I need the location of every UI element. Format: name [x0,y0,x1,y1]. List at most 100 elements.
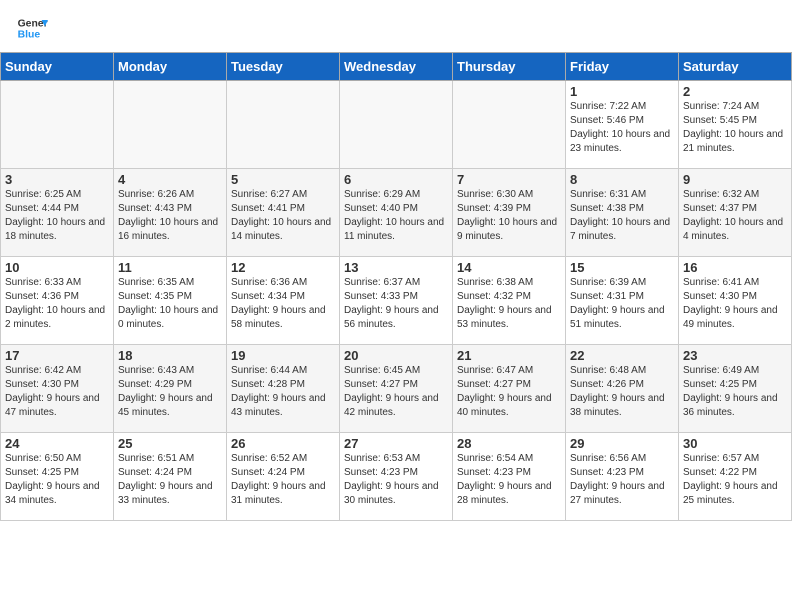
day-info: Sunrise: 6:57 AM Sunset: 4:22 PM Dayligh… [683,452,787,508]
logo-icon: General Blue [16,12,48,44]
day-cell: 14Sunrise: 6:38 AM Sunset: 4:32 PM Dayli… [453,257,566,345]
day-number: 9 [683,172,787,187]
day-cell: 24Sunrise: 6:50 AM Sunset: 4:25 PM Dayli… [1,433,114,521]
day-info: Sunrise: 7:22 AM Sunset: 5:46 PM Dayligh… [570,100,674,156]
day-cell [340,81,453,169]
day-info: Sunrise: 7:24 AM Sunset: 5:45 PM Dayligh… [683,100,787,156]
day-info: Sunrise: 6:27 AM Sunset: 4:41 PM Dayligh… [231,188,335,244]
day-cell: 7Sunrise: 6:30 AM Sunset: 4:39 PM Daylig… [453,169,566,257]
day-info: Sunrise: 6:32 AM Sunset: 4:37 PM Dayligh… [683,188,787,244]
day-cell: 26Sunrise: 6:52 AM Sunset: 4:24 PM Dayli… [227,433,340,521]
day-cell: 25Sunrise: 6:51 AM Sunset: 4:24 PM Dayli… [114,433,227,521]
day-number: 21 [457,348,561,363]
day-info: Sunrise: 6:39 AM Sunset: 4:31 PM Dayligh… [570,276,674,332]
week-row-2: 3Sunrise: 6:25 AM Sunset: 4:44 PM Daylig… [1,169,792,257]
week-row-4: 17Sunrise: 6:42 AM Sunset: 4:30 PM Dayli… [1,345,792,433]
day-number: 28 [457,436,561,451]
day-number: 2 [683,84,787,99]
day-cell: 3Sunrise: 6:25 AM Sunset: 4:44 PM Daylig… [1,169,114,257]
day-info: Sunrise: 6:33 AM Sunset: 4:36 PM Dayligh… [5,276,109,332]
day-info: Sunrise: 6:49 AM Sunset: 4:25 PM Dayligh… [683,364,787,420]
day-number: 14 [457,260,561,275]
day-cell: 2Sunrise: 7:24 AM Sunset: 5:45 PM Daylig… [679,81,792,169]
day-number: 12 [231,260,335,275]
day-number: 20 [344,348,448,363]
day-number: 27 [344,436,448,451]
day-cell: 21Sunrise: 6:47 AM Sunset: 4:27 PM Dayli… [453,345,566,433]
day-number: 5 [231,172,335,187]
day-number: 16 [683,260,787,275]
day-number: 4 [118,172,222,187]
day-cell: 13Sunrise: 6:37 AM Sunset: 4:33 PM Dayli… [340,257,453,345]
day-cell: 12Sunrise: 6:36 AM Sunset: 4:34 PM Dayli… [227,257,340,345]
day-info: Sunrise: 6:35 AM Sunset: 4:35 PM Dayligh… [118,276,222,332]
day-number: 1 [570,84,674,99]
day-number: 11 [118,260,222,275]
day-cell: 17Sunrise: 6:42 AM Sunset: 4:30 PM Dayli… [1,345,114,433]
day-cell: 10Sunrise: 6:33 AM Sunset: 4:36 PM Dayli… [1,257,114,345]
day-number: 19 [231,348,335,363]
day-cell [227,81,340,169]
day-number: 10 [5,260,109,275]
day-info: Sunrise: 6:45 AM Sunset: 4:27 PM Dayligh… [344,364,448,420]
day-number: 29 [570,436,674,451]
day-info: Sunrise: 6:44 AM Sunset: 4:28 PM Dayligh… [231,364,335,420]
day-number: 24 [5,436,109,451]
day-info: Sunrise: 6:42 AM Sunset: 4:30 PM Dayligh… [5,364,109,420]
day-info: Sunrise: 6:37 AM Sunset: 4:33 PM Dayligh… [344,276,448,332]
page-header: General Blue [0,0,792,48]
weekday-header-thursday: Thursday [453,53,566,81]
day-number: 8 [570,172,674,187]
day-cell: 30Sunrise: 6:57 AM Sunset: 4:22 PM Dayli… [679,433,792,521]
day-info: Sunrise: 6:50 AM Sunset: 4:25 PM Dayligh… [5,452,109,508]
day-number: 23 [683,348,787,363]
day-info: Sunrise: 6:36 AM Sunset: 4:34 PM Dayligh… [231,276,335,332]
weekday-header-tuesday: Tuesday [227,53,340,81]
day-cell: 16Sunrise: 6:41 AM Sunset: 4:30 PM Dayli… [679,257,792,345]
day-cell: 27Sunrise: 6:53 AM Sunset: 4:23 PM Dayli… [340,433,453,521]
day-number: 18 [118,348,222,363]
day-info: Sunrise: 6:54 AM Sunset: 4:23 PM Dayligh… [457,452,561,508]
day-info: Sunrise: 6:26 AM Sunset: 4:43 PM Dayligh… [118,188,222,244]
day-info: Sunrise: 6:56 AM Sunset: 4:23 PM Dayligh… [570,452,674,508]
day-info: Sunrise: 6:30 AM Sunset: 4:39 PM Dayligh… [457,188,561,244]
day-cell: 19Sunrise: 6:44 AM Sunset: 4:28 PM Dayli… [227,345,340,433]
day-cell: 22Sunrise: 6:48 AM Sunset: 4:26 PM Dayli… [566,345,679,433]
day-cell: 11Sunrise: 6:35 AM Sunset: 4:35 PM Dayli… [114,257,227,345]
weekday-header-saturday: Saturday [679,53,792,81]
weekday-header-monday: Monday [114,53,227,81]
day-info: Sunrise: 6:38 AM Sunset: 4:32 PM Dayligh… [457,276,561,332]
day-number: 30 [683,436,787,451]
day-info: Sunrise: 6:48 AM Sunset: 4:26 PM Dayligh… [570,364,674,420]
day-info: Sunrise: 6:25 AM Sunset: 4:44 PM Dayligh… [5,188,109,244]
day-cell: 20Sunrise: 6:45 AM Sunset: 4:27 PM Dayli… [340,345,453,433]
day-cell [1,81,114,169]
day-cell: 15Sunrise: 6:39 AM Sunset: 4:31 PM Dayli… [566,257,679,345]
day-number: 13 [344,260,448,275]
day-cell: 1Sunrise: 7:22 AM Sunset: 5:46 PM Daylig… [566,81,679,169]
day-cell: 9Sunrise: 6:32 AM Sunset: 4:37 PM Daylig… [679,169,792,257]
day-number: 22 [570,348,674,363]
day-info: Sunrise: 6:29 AM Sunset: 4:40 PM Dayligh… [344,188,448,244]
day-number: 25 [118,436,222,451]
day-info: Sunrise: 6:41 AM Sunset: 4:30 PM Dayligh… [683,276,787,332]
week-row-1: 1Sunrise: 7:22 AM Sunset: 5:46 PM Daylig… [1,81,792,169]
day-info: Sunrise: 6:51 AM Sunset: 4:24 PM Dayligh… [118,452,222,508]
day-info: Sunrise: 6:43 AM Sunset: 4:29 PM Dayligh… [118,364,222,420]
day-info: Sunrise: 6:47 AM Sunset: 4:27 PM Dayligh… [457,364,561,420]
day-number: 7 [457,172,561,187]
day-info: Sunrise: 6:52 AM Sunset: 4:24 PM Dayligh… [231,452,335,508]
day-number: 26 [231,436,335,451]
weekday-header-friday: Friday [566,53,679,81]
day-info: Sunrise: 6:53 AM Sunset: 4:23 PM Dayligh… [344,452,448,508]
day-cell: 28Sunrise: 6:54 AM Sunset: 4:23 PM Dayli… [453,433,566,521]
calendar-table: SundayMondayTuesdayWednesdayThursdayFrid… [0,52,792,521]
svg-text:Blue: Blue [18,30,41,41]
day-cell: 8Sunrise: 6:31 AM Sunset: 4:38 PM Daylig… [566,169,679,257]
day-cell: 23Sunrise: 6:49 AM Sunset: 4:25 PM Dayli… [679,345,792,433]
day-cell: 29Sunrise: 6:56 AM Sunset: 4:23 PM Dayli… [566,433,679,521]
day-number: 6 [344,172,448,187]
weekday-header-wednesday: Wednesday [340,53,453,81]
week-row-3: 10Sunrise: 6:33 AM Sunset: 4:36 PM Dayli… [1,257,792,345]
weekday-header-sunday: Sunday [1,53,114,81]
